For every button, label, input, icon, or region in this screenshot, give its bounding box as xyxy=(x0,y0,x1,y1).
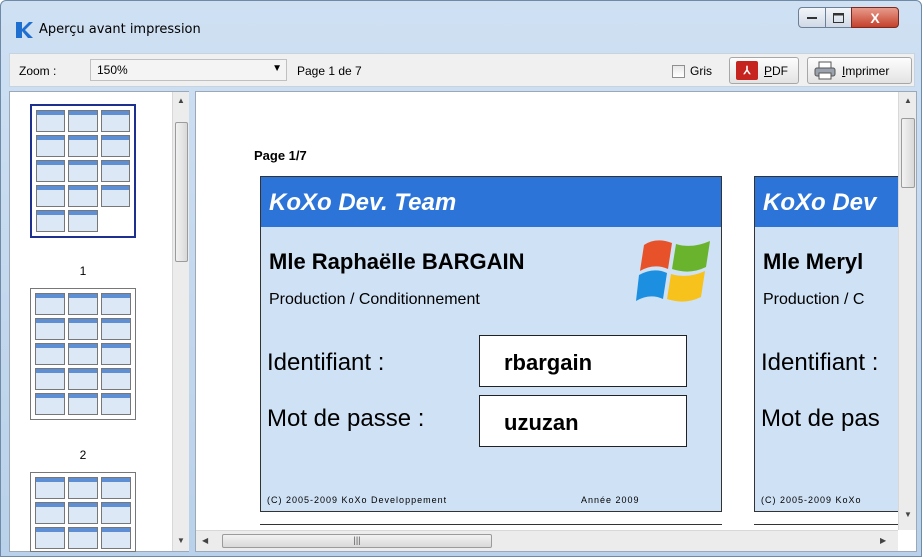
preview-pane: Page 1/7 KoXo Dev. Team Mle Raphaëlle BA… xyxy=(195,91,917,552)
scroll-up-icon[interactable]: ▲ xyxy=(177,96,185,105)
thumbnail-number: 1 xyxy=(79,264,87,278)
window-title: Aperçu avant impression xyxy=(39,22,201,37)
id-label: Identifiant : xyxy=(761,349,879,376)
scroll-down-icon[interactable]: ▼ xyxy=(904,510,912,519)
card-footer-copyright: (C) 2005-2009 KoXo xyxy=(761,495,862,505)
pdf-button[interactable]: ⅄ PDF xyxy=(729,57,799,84)
koxo-app-icon xyxy=(16,22,33,38)
minimize-icon xyxy=(807,16,817,19)
thumbnail-pane: 1 2 ▲ ▼ xyxy=(9,91,189,552)
maximize-icon xyxy=(833,12,844,23)
card-header: KoXo Dev xyxy=(755,177,916,227)
scrollbar-thumb[interactable]: ||| xyxy=(222,534,492,548)
gris-label: Gris xyxy=(690,64,712,78)
page-thumbnail[interactable] xyxy=(30,104,136,238)
gris-checkbox[interactable]: Gris xyxy=(672,64,712,78)
title-bar[interactable]: Aperçu avant impression X xyxy=(1,1,921,45)
scrollbar-thumb[interactable] xyxy=(901,118,915,188)
pdf-icon: ⅄ xyxy=(736,61,758,80)
card-department: Production / Conditionnement xyxy=(269,291,480,308)
thumbnail-number: 2 xyxy=(79,448,87,462)
scroll-down-icon[interactable]: ▼ xyxy=(177,536,185,545)
thumbnail-scrollbar[interactable]: ▲ ▼ xyxy=(172,92,189,551)
printer-icon xyxy=(814,61,836,80)
scrollbar-thumb[interactable] xyxy=(175,122,188,262)
preview-vertical-scrollbar[interactable]: ▲ ▼ xyxy=(898,92,916,530)
scroll-right-icon[interactable]: ▶ xyxy=(880,536,886,545)
print-preview-window: Aperçu avant impression X Zoom : 150% ▼ … xyxy=(0,0,922,557)
maximize-button[interactable] xyxy=(825,7,852,28)
password-value-box: uzuzan xyxy=(479,395,687,447)
thumbnail-preview xyxy=(36,110,130,232)
close-icon: X xyxy=(870,9,880,26)
zoom-value: 150% xyxy=(97,63,128,77)
toolbar: Zoom : 150% ▼ Page 1 de 7 Gris ⅄ PDF Imp… xyxy=(9,53,915,87)
page-label: Page 1/7 xyxy=(254,148,307,163)
card-department: Production / C xyxy=(763,291,865,308)
user-card: KoXo Dev. Team Mle Raphaëlle BARGAIN Pro… xyxy=(260,176,722,512)
thumbnail-preview xyxy=(35,477,131,549)
card-footer-year: Année 2009 xyxy=(581,495,640,505)
thumbnail-preview xyxy=(35,293,131,415)
windows-logo-icon xyxy=(636,240,710,302)
scroll-up-icon[interactable]: ▲ xyxy=(904,96,912,105)
password-label: Mot de passe : xyxy=(267,405,425,432)
card-footer-copyright: (C) 2005-2009 KoXo Developpement xyxy=(267,495,448,505)
card-header: KoXo Dev. Team xyxy=(261,177,721,227)
user-card: KoXo Dev Mle Meryl Production / C Identi… xyxy=(754,176,916,512)
password-label: Mot de pas xyxy=(761,405,880,432)
scroll-left-icon[interactable]: ◀ xyxy=(202,536,208,545)
preview-horizontal-scrollbar[interactable]: ◀ ||| ▶ xyxy=(196,530,898,551)
chevron-down-icon: ▼ xyxy=(272,63,282,74)
zoom-select[interactable]: 150% ▼ xyxy=(90,59,287,81)
card-user-name: Mle Meryl xyxy=(763,249,864,274)
minimize-button[interactable] xyxy=(798,7,826,28)
checkbox-box[interactable] xyxy=(672,64,685,78)
close-button[interactable]: X xyxy=(851,7,899,28)
page-info: Page 1 de 7 xyxy=(297,64,362,78)
id-value-box: rbargain xyxy=(479,335,687,387)
card-user-name: Mle Raphaëlle BARGAIN xyxy=(269,249,525,274)
page-thumbnail[interactable] xyxy=(30,472,136,552)
zoom-label: Zoom : xyxy=(19,64,57,78)
id-label: Identifiant : xyxy=(267,349,385,376)
page-thumbnail[interactable] xyxy=(30,288,136,420)
pdf-button-label: PDF xyxy=(764,63,789,78)
print-button-label: Imprimer xyxy=(842,63,890,78)
print-button[interactable]: Imprimer xyxy=(807,57,912,84)
